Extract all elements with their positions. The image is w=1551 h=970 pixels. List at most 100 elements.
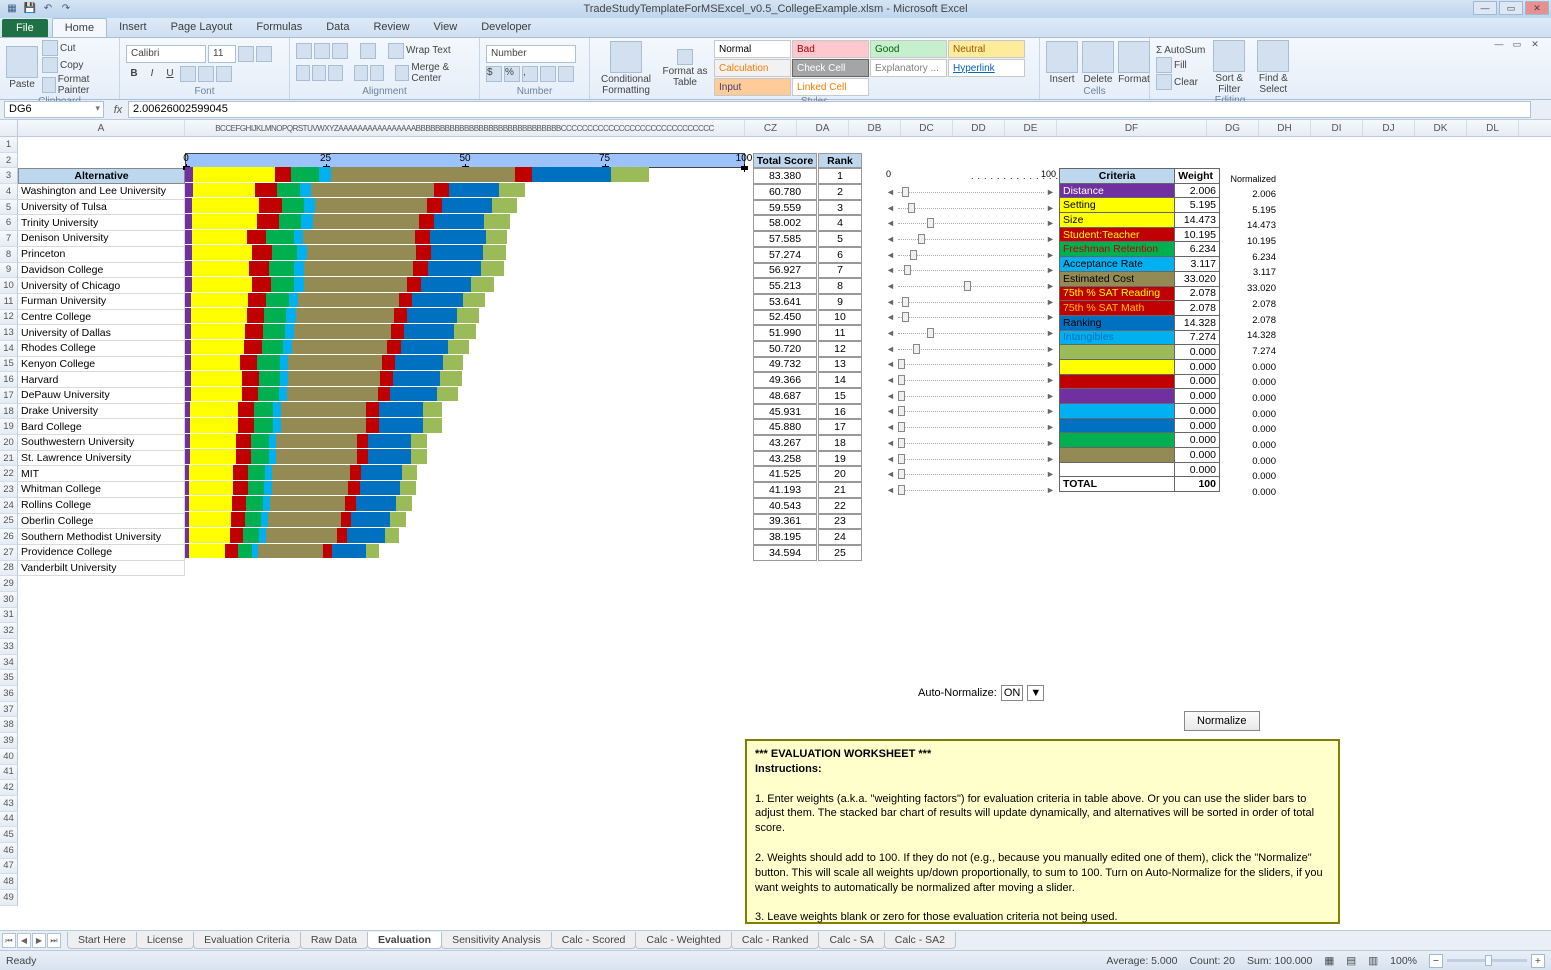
name-box[interactable]: DG6: [4, 101, 104, 118]
criteria-name-cell[interactable]: Setting: [1060, 198, 1174, 212]
view-pagebreak-icon[interactable]: ▥: [1368, 955, 1378, 967]
clear-icon[interactable]: [1156, 74, 1172, 90]
row-header-21[interactable]: 21: [0, 451, 18, 467]
rank-cell[interactable]: 15: [818, 388, 862, 404]
col-header-DE[interactable]: DE: [1005, 120, 1057, 136]
score-cell[interactable]: 43.258: [753, 451, 817, 467]
rank-cell[interactable]: 9: [818, 294, 862, 310]
shrink-font-icon[interactable]: [256, 46, 272, 62]
cond-fmt-icon[interactable]: [610, 41, 642, 73]
score-cell[interactable]: 60.780: [753, 184, 817, 200]
rank-cell[interactable]: 24: [818, 529, 862, 545]
style-check-cell[interactable]: Check Cell: [792, 59, 869, 77]
normalize-button[interactable]: Normalize: [1184, 711, 1260, 731]
weight-slider[interactable]: ◄►: [886, 262, 1056, 278]
fill-icon[interactable]: [1156, 57, 1172, 73]
rank-cell[interactable]: 1: [818, 168, 862, 184]
fx-icon[interactable]: fx: [108, 104, 128, 116]
autosum-icon[interactable]: Σ: [1156, 45, 1162, 56]
weight-slider[interactable]: ◄►: [886, 184, 1056, 200]
rank-cell[interactable]: 21: [818, 482, 862, 498]
sheet-nav-prev-icon[interactable]: ◀: [17, 933, 31, 948]
total-score-header[interactable]: Total Score: [753, 153, 817, 169]
ribbon-tab-page-layout[interactable]: Page Layout: [159, 18, 245, 37]
criteria-name-cell[interactable]: [1060, 404, 1174, 418]
rank-cell[interactable]: 3: [818, 200, 862, 216]
sheet-nav-last-icon[interactable]: ⏭: [47, 933, 61, 948]
criteria-weight-cell[interactable]: 3.117: [1174, 257, 1219, 271]
alternative-cell[interactable]: Whitman College: [18, 482, 185, 498]
alternative-cell[interactable]: Southern Methodist University: [18, 529, 185, 545]
col-header-DJ[interactable]: DJ: [1363, 120, 1415, 136]
rank-cell[interactable]: 22: [818, 498, 862, 514]
score-cell[interactable]: 49.366: [753, 372, 817, 388]
criteria-weight-cell[interactable]: 10.195: [1174, 228, 1219, 242]
weight-slider[interactable]: ◄►: [886, 215, 1056, 231]
row-header-47[interactable]: 47: [0, 859, 18, 875]
row-header-10[interactable]: 10: [0, 278, 18, 294]
score-cell[interactable]: 45.931: [753, 404, 817, 420]
row-header-26[interactable]: 26: [0, 529, 18, 545]
delete-cells-icon[interactable]: [1082, 41, 1114, 73]
sheet-tab-raw-data[interactable]: Raw Data: [300, 932, 368, 949]
maximize-button[interactable]: ▭: [1499, 1, 1523, 15]
find-select-icon[interactable]: [1257, 40, 1289, 72]
rank-cell[interactable]: 12: [818, 341, 862, 357]
cell-styles-gallery[interactable]: NormalBadGoodNeutralCalculationCheck Cel…: [714, 40, 1030, 96]
score-cell[interactable]: 53.641: [753, 294, 817, 310]
workbook-restore-icon[interactable]: ▭: [1509, 38, 1525, 50]
style-normal[interactable]: Normal: [714, 40, 791, 58]
row-header-34[interactable]: 34: [0, 655, 18, 671]
score-cell[interactable]: 41.193: [753, 482, 817, 498]
criteria-weight-cell[interactable]: 33.020: [1174, 272, 1219, 286]
rank-cell[interactable]: 2: [818, 184, 862, 200]
weight-slider[interactable]: ◄►: [886, 247, 1056, 263]
sheet-tab-evaluation-criteria[interactable]: Evaluation Criteria: [193, 932, 301, 949]
alternative-cell[interactable]: Trinity University: [18, 215, 185, 231]
alternative-cell[interactable]: Centre College: [18, 310, 185, 326]
file-tab[interactable]: File: [2, 19, 48, 37]
close-button[interactable]: ✕: [1525, 1, 1549, 15]
score-cell[interactable]: 34.594: [753, 545, 817, 561]
col-header-A[interactable]: A: [18, 120, 185, 136]
comma-icon[interactable]: ,: [522, 66, 538, 82]
merge-icon[interactable]: [395, 65, 409, 81]
autosum-button[interactable]: AutoSum: [1164, 45, 1205, 56]
col-header-DI[interactable]: DI: [1311, 120, 1363, 136]
weight-header[interactable]: Weight: [1174, 169, 1219, 183]
score-cell[interactable]: 55.213: [753, 278, 817, 294]
row-header-3[interactable]: 3: [0, 168, 18, 184]
alternative-header[interactable]: Alternative: [18, 168, 185, 184]
criteria-weight-cell[interactable]: 7.274: [1174, 331, 1219, 345]
format-table-button[interactable]: Format as Table: [660, 66, 710, 88]
rank-cell[interactable]: 7: [818, 263, 862, 279]
score-cell[interactable]: 41.525: [753, 466, 817, 482]
rank-cell[interactable]: 20: [818, 466, 862, 482]
row-header-20[interactable]: 20: [0, 435, 18, 451]
row-header-41[interactable]: 41: [0, 765, 18, 781]
row-header-2[interactable]: 2: [0, 153, 18, 169]
sheet-tab-calc---sa-[interactable]: Calc - SA2: [884, 932, 956, 949]
criteria-weight-cell[interactable]: 14.473: [1174, 213, 1219, 227]
view-layout-icon[interactable]: ▤: [1346, 955, 1356, 967]
delete-cells-button[interactable]: Delete: [1084, 74, 1113, 85]
criteria-weight-cell[interactable]: 14.328: [1174, 316, 1219, 330]
ribbon-tab-data[interactable]: Data: [314, 18, 361, 37]
criteria-weight-cell[interactable]: 6.234: [1174, 242, 1219, 256]
alternative-cell[interactable]: Washington and Lee University: [18, 184, 185, 200]
score-cell[interactable]: 51.990: [753, 325, 817, 341]
criteria-weight-cell[interactable]: 2.078: [1174, 287, 1219, 301]
criteria-name-cell[interactable]: Estimated Cost: [1060, 272, 1174, 286]
font-size-select[interactable]: 11: [208, 45, 236, 63]
alternative-cell[interactable]: St. Lawrence University: [18, 451, 185, 467]
row-header-28[interactable]: 28: [0, 561, 18, 577]
rank-cell[interactable]: 17: [818, 419, 862, 435]
rank-cell[interactable]: 14: [818, 372, 862, 388]
criteria-weight-cell[interactable]: 2.078: [1174, 301, 1219, 315]
view-normal-icon[interactable]: ▦: [1324, 955, 1334, 967]
row-header-44[interactable]: 44: [0, 812, 18, 828]
rank-cell[interactable]: 23: [818, 514, 862, 530]
row-header-36[interactable]: 36: [0, 686, 18, 702]
col-header-narrow[interactable]: BCCEFGHIJKLMNOPQRSTUVWXYZAAAAAAAAAAAAAAA…: [185, 120, 745, 136]
sheet-tab-calc---ranked[interactable]: Calc - Ranked: [731, 932, 820, 949]
